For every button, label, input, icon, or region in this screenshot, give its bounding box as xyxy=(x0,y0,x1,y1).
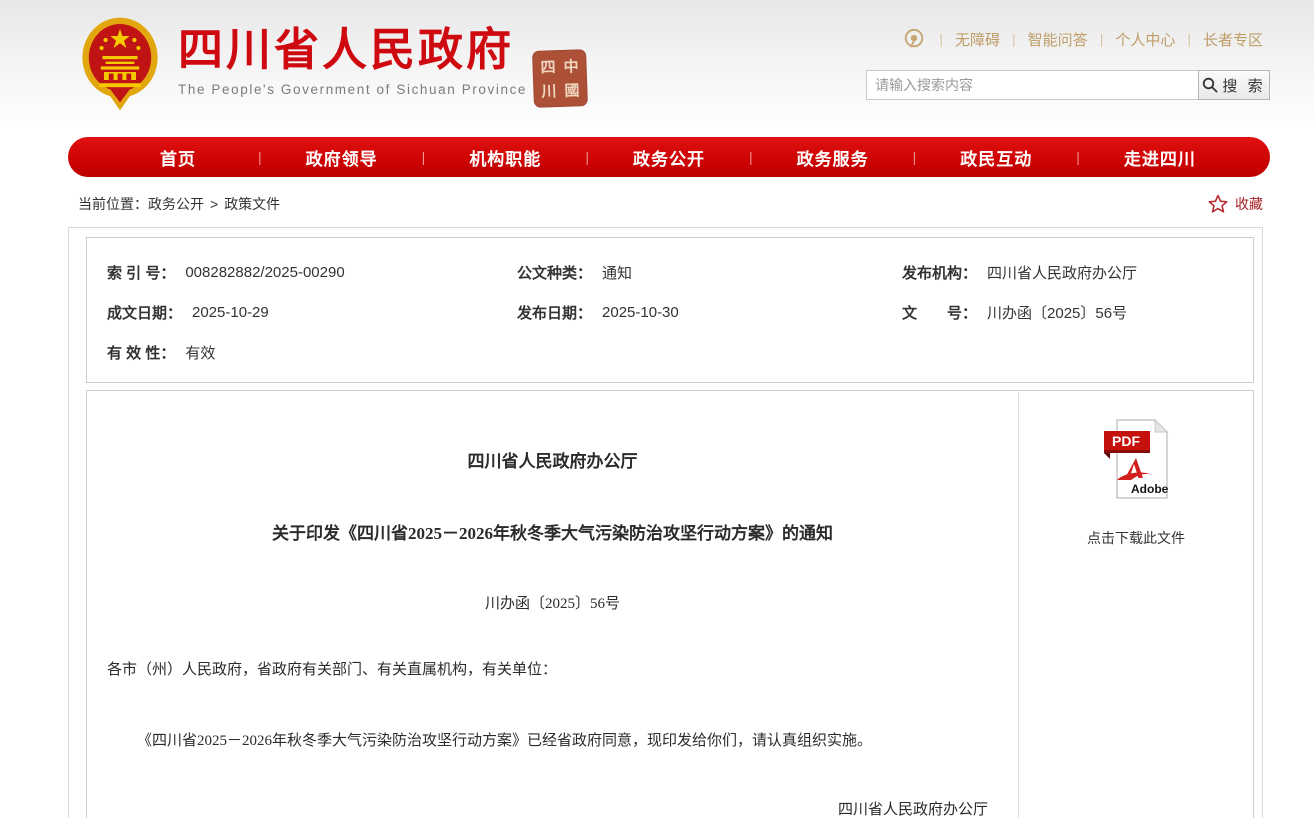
document-org-line: 四川省人民政府办公厅 xyxy=(107,447,998,472)
seal-char: 川 xyxy=(537,79,561,104)
document-title: 关于印发《四川省2025－2026年秋冬季大气污染防治攻坚行动方案》的通知 xyxy=(107,519,998,544)
search-button-label: 搜 索 xyxy=(1222,75,1265,96)
star-icon xyxy=(1207,193,1229,215)
breadcrumb-row: 当前位置：政务公开>政策文件 收藏 xyxy=(78,193,1263,215)
nav-about-sichuan[interactable]: 走进四川 xyxy=(1080,145,1240,170)
link-senior-zone[interactable]: 长者专区 xyxy=(1203,29,1263,50)
meta-publish-date: 发布日期： 2025-10-30 xyxy=(497,292,882,332)
site-subtitle: The People's Government of Sichuan Provi… xyxy=(178,82,527,97)
svg-text:PDF: PDF xyxy=(1112,433,1140,449)
nav-government-leaders[interactable]: 政府领导 xyxy=(262,145,422,170)
china-sichuan-seal: 四 中 川 國 xyxy=(532,49,588,108)
search-button[interactable]: 搜 索 xyxy=(1198,70,1270,100)
breadcrumb-label: 当前位置： xyxy=(78,196,148,212)
link-smart-qa[interactable]: 智能问答 xyxy=(1028,29,1088,50)
document-signature: 四川省人民政府办公厅 xyxy=(107,798,998,818)
site-title: 四川省人民政府 xyxy=(178,26,527,76)
nav-home[interactable]: 首页 xyxy=(98,145,258,170)
meta-issuing-agency: 发布机构： 四川省人民政府办公厅 xyxy=(882,252,1253,292)
adobe-brand-text: Adobe xyxy=(1131,482,1169,496)
document-text: 四川省人民政府办公厅 关于印发《四川省2025－2026年秋冬季大气污染防治攻坚… xyxy=(87,391,1019,818)
document-number-line: 川办函〔2025〕56号 xyxy=(107,592,998,613)
search-bar: 搜 索 xyxy=(866,70,1270,100)
meta-index-number: 索 引 号： 008282882/2025-00290 xyxy=(87,252,497,292)
meta-document-number: 文 号： 川办函〔2025〕56号 xyxy=(882,292,1253,332)
national-emblem-icon xyxy=(80,16,160,112)
document-salutation: 各市（州）人民政府，省政府有关部门、有关直属机构，有关单位： xyxy=(107,658,998,679)
meta-validity: 有 效 性： 有效 xyxy=(87,332,497,372)
site-brand[interactable]: 四川省人民政府 The People's Government of Sichu… xyxy=(80,16,527,112)
document-metadata: 索 引 号： 008282882/2025-00290 公文种类： 通知 发布机… xyxy=(86,237,1254,383)
voice-reader-icon[interactable] xyxy=(903,28,925,50)
document-paragraph: 《四川省2025－2026年秋冬季大气污染防治攻坚行动方案》已经省政府同意，现印… xyxy=(107,729,998,750)
favorite-label: 收藏 xyxy=(1235,194,1263,214)
search-input[interactable] xyxy=(866,70,1198,100)
pdf-file-icon[interactable]: PDF Adobe xyxy=(1103,418,1169,500)
seal-char: 四 xyxy=(536,54,560,79)
meta-document-type: 公文种类： 通知 xyxy=(497,252,882,292)
nav-public-interaction[interactable]: 政民互动 xyxy=(916,145,1076,170)
nav-institutional-functions[interactable]: 机构职能 xyxy=(425,145,585,170)
meta-written-date: 成文日期： 2025-10-29 xyxy=(87,292,497,332)
search-icon xyxy=(1202,77,1218,93)
seal-char: 中 xyxy=(559,53,583,78)
document-body-panel: 四川省人民政府办公厅 关于印发《四川省2025－2026年秋冬季大气污染防治攻坚… xyxy=(86,390,1254,818)
favorite-button[interactable]: 收藏 xyxy=(1207,193,1263,215)
download-link[interactable]: 点击下载此文件 xyxy=(1087,528,1185,548)
download-panel: PDF Adobe 点击下载此文件 xyxy=(1019,391,1253,818)
main-nav: 首页 | 政府领导 | 机构职能 | 政务公开 | 政务服务 | 政民互动 | … xyxy=(68,137,1270,177)
nav-government-affairs-disclosure[interactable]: 政务公开 xyxy=(589,145,749,170)
quick-links: | 无障碍 | 智能问答 | 个人中心 | 长者专区 xyxy=(903,28,1263,50)
nav-government-services[interactable]: 政务服务 xyxy=(753,145,913,170)
site-header: 四川省人民政府 The People's Government of Sichu… xyxy=(0,0,1314,130)
link-personal-center[interactable]: 个人中心 xyxy=(1115,29,1175,50)
seal-char: 國 xyxy=(560,78,584,103)
breadcrumb-link-policy-files[interactable]: 政策文件 xyxy=(224,196,280,212)
breadcrumb-link-disclosure[interactable]: 政务公开 xyxy=(148,196,204,212)
breadcrumb: 当前位置：政务公开>政策文件 xyxy=(78,194,280,214)
link-accessibility[interactable]: 无障碍 xyxy=(955,29,1000,50)
content-wrapper: 索 引 号： 008282882/2025-00290 公文种类： 通知 发布机… xyxy=(68,227,1263,818)
